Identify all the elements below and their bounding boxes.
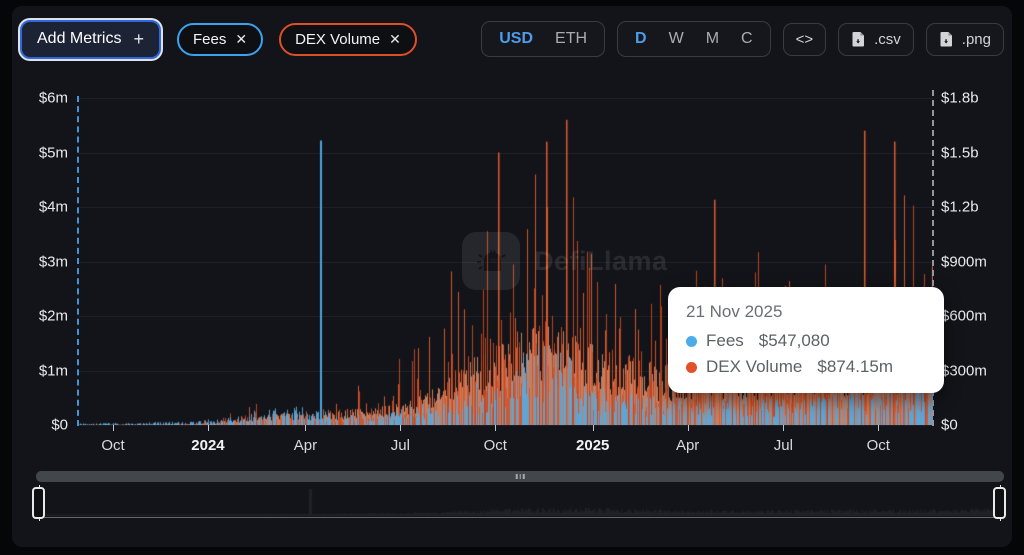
toolbar: Add Metrics + Fees ✕ DEX Volume ✕ USD ET… [20,18,1004,60]
plus-icon: + [133,29,144,50]
interval-option-d[interactable]: D [624,27,658,51]
close-icon[interactable]: ✕ [389,31,401,48]
interval-toggle: D W M C [617,21,771,57]
add-metrics-label: Add Metrics [37,30,121,48]
slider-grip-icon[interactable] [516,474,525,479]
interval-option-c[interactable]: C [730,27,764,51]
interval-option-w[interactable]: W [658,27,695,51]
metric-chip-dex-volume[interactable]: DEX Volume ✕ [279,23,417,56]
embed-button[interactable]: <> [783,23,827,56]
brush-handle-left[interactable] [32,487,45,519]
currency-option-usd[interactable]: USD [488,27,544,51]
currency-toggle: USD ETH [481,21,605,57]
add-metrics-button[interactable]: Add Metrics + [20,20,161,59]
toolbar-right: USD ETH D W M C <> .csv [481,21,1004,57]
zoom-slider-track[interactable] [36,471,1004,482]
embed-icon: <> [796,31,814,48]
brush-baseline [36,517,1004,518]
metric-chip-fees[interactable]: Fees ✕ [177,23,263,56]
brush-handle-right[interactable] [993,487,1006,519]
close-icon[interactable]: ✕ [235,31,247,48]
chip-label: DEX Volume [295,31,380,48]
currency-option-eth[interactable]: ETH [544,27,598,51]
bars-plot[interactable] [78,98,933,425]
download-csv-button[interactable]: .csv [838,23,914,56]
toolbar-left: Add Metrics + Fees ✕ DEX Volume ✕ [20,20,417,59]
png-label: .png [962,31,991,48]
chip-label: Fees [193,31,226,48]
download-png-button[interactable]: .png [926,23,1004,56]
file-download-icon [851,31,866,47]
brush-minichart[interactable] [36,484,1004,517]
file-download-icon [939,31,954,47]
csv-label: .csv [874,31,901,48]
defillama-chart-page: Add Metrics + Fees ✕ DEX Volume ✕ USD ET… [0,0,1024,555]
interval-option-m[interactable]: M [695,27,730,51]
